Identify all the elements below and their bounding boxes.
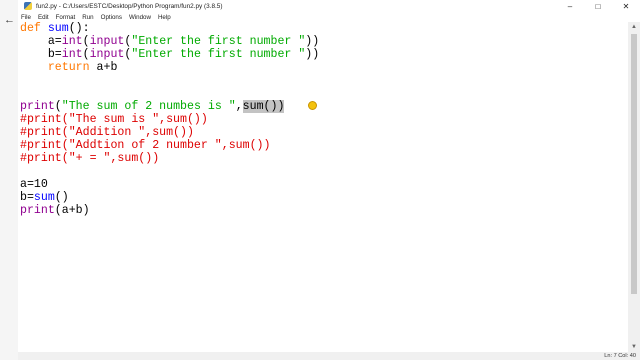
code-token: , [235, 100, 243, 113]
code-token: #print("+ = ",sum()) [20, 152, 160, 165]
code-token: a+b [89, 61, 118, 74]
code-token: )) [305, 35, 320, 48]
close-button[interactable]: ✕ [612, 0, 640, 12]
code-line[interactable]: b=int(input("Enter the first number ")) [20, 48, 319, 61]
code-line[interactable]: #print("+ = ",sum()) [20, 152, 159, 165]
code-token: #print("Addition ",sum()) [20, 126, 194, 139]
code-token: print [20, 100, 55, 113]
menu-window[interactable]: Window [125, 14, 154, 21]
code-line[interactable]: a=10 [20, 178, 48, 191]
code-token: #print("Addtion of 2 number ",sum()) [20, 139, 271, 152]
window-controls: – □ ✕ [556, 0, 640, 12]
back-arrow-icon[interactable]: ← [4, 14, 15, 26]
code-line[interactable]: #print("The sum is ",sum()) [20, 113, 208, 126]
code-token: b= [20, 48, 62, 61]
code-token: (a+b) [54, 204, 90, 217]
code-line[interactable]: def sum(): [20, 22, 90, 35]
code-token: int [61, 35, 83, 48]
code-token: input [89, 48, 125, 61]
code-line[interactable]: #print("Addtion of 2 number ",sum()) [20, 139, 270, 152]
menu-format[interactable]: Format [52, 14, 79, 21]
code-token: "Enter the first number " [131, 35, 306, 48]
selected-code-token: sum() [242, 100, 278, 113]
menu-run[interactable]: Run [79, 14, 97, 21]
code-token: b= [20, 191, 34, 204]
scroll-up-arrow-icon[interactable]: ▲ [628, 22, 640, 32]
code-line[interactable]: return a+b [20, 61, 118, 74]
code-token: def [20, 22, 48, 35]
vertical-scrollbar[interactable]: ▲ ▼ [628, 22, 640, 352]
code-token: return [47, 61, 90, 74]
code-token: sum [33, 191, 55, 204]
code-token: ( [82, 35, 90, 48]
menu-edit[interactable]: Edit [34, 14, 52, 21]
menu-help[interactable]: Help [154, 14, 174, 21]
scrollbar-thumb[interactable] [631, 34, 637, 294]
code-token: ( [82, 48, 90, 61]
code-token: #print("The sum is ",sum()) [20, 113, 208, 126]
menu-file[interactable]: File [18, 14, 34, 21]
menu-options[interactable]: Options [97, 14, 125, 21]
code-token: print [20, 204, 55, 217]
code-token: ( [54, 100, 62, 113]
cursor-position: Ln: 7 Col: 40 [604, 353, 636, 359]
code-line[interactable]: a=int(input("Enter the first number ")) [20, 35, 319, 48]
code-token: int [61, 48, 83, 61]
status-bar: Ln: 7 Col: 40 [18, 352, 640, 360]
title-bar: fun2.py - C:/Users/ESTC/Desktop/Python P… [18, 0, 640, 12]
code-editor[interactable]: def sum(): a=int(input("Enter the first … [18, 22, 628, 352]
code-token: a= [20, 35, 62, 48]
code-line[interactable]: print("The sum of 2 numbes is ",sum()) [20, 100, 285, 113]
code-line[interactable]: print(a+b) [20, 204, 90, 217]
code-line[interactable]: b=sum() [20, 191, 69, 204]
minimize-button[interactable]: – [556, 0, 584, 12]
code-token: () [54, 191, 69, 204]
code-token: sum [47, 22, 69, 35]
code-token: )) [305, 48, 320, 61]
code-line[interactable]: #print("Addition ",sum()) [20, 126, 194, 139]
window-title: fun2.py - C:/Users/ESTC/Desktop/Python P… [36, 2, 223, 10]
code-token: "The sum of 2 numbes is " [61, 100, 236, 113]
menu-bar: File Edit Format Run Options Window Help [18, 12, 640, 22]
maximize-button[interactable]: □ [584, 0, 612, 12]
code-token: (): [68, 22, 90, 35]
left-strip: ← [0, 0, 18, 360]
python-idle-icon [24, 2, 32, 10]
scroll-down-arrow-icon[interactable]: ▼ [628, 342, 640, 352]
code-token: a=10 [20, 178, 48, 191]
selected-code-token: ) [277, 100, 285, 113]
code-token: "Enter the first number " [131, 48, 306, 61]
code-token: input [89, 35, 125, 48]
mouse-cursor-highlight-icon [308, 101, 317, 110]
